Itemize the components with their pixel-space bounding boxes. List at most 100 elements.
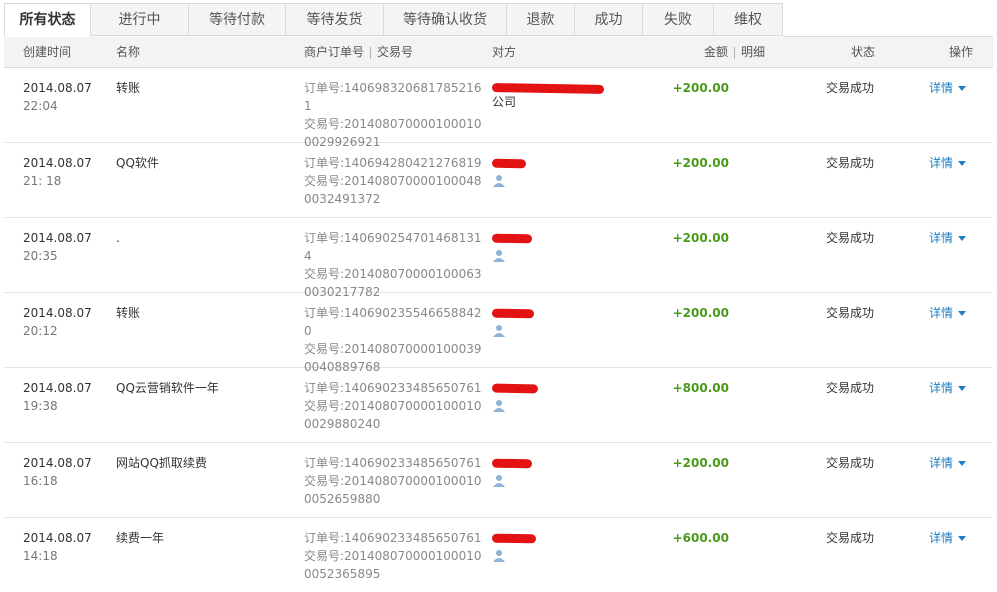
transaction-list: 2014.08.07 22:04 转账 订单号:14069832068178521… — [4, 68, 993, 592]
trade-number: 交易号:2014080700001000100052365895 — [304, 549, 482, 581]
status-text: 交易成功 — [826, 231, 875, 245]
detail-link[interactable]: 详情 — [929, 531, 953, 545]
trade-number: 交易号:2014080700001000100052659880 — [304, 474, 482, 506]
user-icon[interactable] — [492, 174, 506, 188]
time: 21: 18 — [23, 174, 62, 188]
order-number: 订单号:140690233485650761 — [304, 531, 482, 545]
detail-dropdown[interactable]: 详情 — [929, 79, 967, 97]
status-text: 交易成功 — [826, 381, 875, 395]
header-separator — [370, 46, 372, 59]
tab-failed[interactable]: 失败 — [643, 3, 714, 36]
tab-in-progress[interactable]: 进行中 — [91, 3, 189, 36]
tab-dispute[interactable]: 维权 — [714, 3, 783, 36]
detail-link[interactable]: 详情 — [929, 231, 953, 245]
tab-awaiting-receipt[interactable]: 等待确认收货 — [384, 3, 507, 36]
user-icon[interactable] — [492, 324, 506, 338]
created-time: 2014.08.07 22:04 — [23, 79, 92, 115]
table-row: 2014.08.07 20:35 . 订单号:140690254701468131… — [4, 218, 993, 299]
detail-dropdown[interactable]: 详情 — [929, 154, 967, 172]
created-time: 2014.08.07 20:12 — [23, 304, 92, 340]
col-amount: 金额 — [704, 45, 729, 59]
status-tabs: 所有状态 进行中 等待付款 等待发货 等待确认收货 退款 成功 失败 维权 — [4, 3, 993, 37]
col-order-trade: 商户订单号 交易号 — [304, 37, 413, 67]
counterparty: 公司 — [491, 79, 612, 111]
time: 22:04 — [23, 99, 58, 113]
time: 19:38 — [23, 399, 58, 413]
trade-number: 交易号:2014080700001000480032491372 — [304, 174, 482, 206]
order-number: 订单号:140698320681785216​1 — [304, 81, 482, 113]
table-row: 2014.08.07 20:12 转账 订单号:14069023554665884… — [4, 293, 993, 374]
counterparty — [491, 229, 612, 263]
detail-dropdown[interactable]: 详情 — [929, 229, 967, 247]
detail-link[interactable]: 详情 — [929, 81, 953, 95]
amount: +600.00 — [672, 531, 729, 545]
header-separator — [734, 46, 736, 59]
order-number: 订单号:1406902355466588420 — [304, 306, 482, 338]
transaction-name: 转账 — [116, 81, 141, 95]
caret-down-icon — [958, 311, 967, 316]
detail-link[interactable]: 详情 — [929, 381, 953, 395]
status-text: 交易成功 — [826, 531, 875, 545]
detail-link[interactable]: 详情 — [929, 456, 953, 470]
transaction-name: 续费一年 — [116, 531, 165, 545]
amount: +200.00 — [672, 306, 729, 320]
user-icon[interactable] — [492, 474, 506, 488]
col-party: 对方 — [492, 45, 517, 59]
redacted-name — [491, 233, 533, 244]
order-trade-ids: 订单号:140690233485650761 交易号:20140807000010… — [304, 379, 484, 433]
user-icon[interactable] — [492, 399, 506, 413]
tab-awaiting-shipment[interactable]: 等待发货 — [286, 3, 384, 36]
transaction-name: 转账 — [116, 306, 141, 320]
date: 2014.08.07 — [23, 156, 92, 170]
caret-down-icon — [958, 536, 967, 541]
caret-down-icon — [958, 461, 967, 466]
detail-link[interactable]: 详情 — [929, 156, 953, 170]
table-row: 2014.08.07 14:18 续费一年 订单号:140690233485650… — [4, 518, 993, 592]
status-text: 交易成功 — [826, 456, 875, 470]
caret-down-icon — [958, 236, 967, 241]
tab-refund[interactable]: 退款 — [507, 3, 575, 36]
detail-dropdown[interactable]: 详情 — [929, 304, 967, 322]
status-text: 交易成功 — [826, 156, 875, 170]
tab-awaiting-payment[interactable]: 等待付款 — [189, 3, 286, 36]
detail-dropdown[interactable]: 详情 — [929, 454, 967, 472]
redacted-name — [491, 158, 527, 169]
col-created-time: 创建时间 — [23, 45, 72, 59]
order-number: 订单号:1406902547014681314 — [304, 231, 482, 263]
col-action: 操作 — [949, 45, 974, 59]
amount: +800.00 — [672, 381, 729, 395]
order-trade-ids: 订单号:140690233485650761 交易号:20140807000010… — [304, 454, 484, 508]
transaction-name: QQ软件 — [116, 156, 159, 170]
counterparty — [491, 529, 612, 563]
transaction-name: QQ云营销软件一年 — [116, 381, 219, 395]
redacted-name — [491, 383, 539, 394]
col-merchant-order: 商户订单号 — [304, 45, 365, 59]
time: 20:12 — [23, 324, 58, 338]
tab-success[interactable]: 成功 — [575, 3, 643, 36]
counterparty — [491, 304, 612, 338]
redacted-name — [491, 308, 535, 319]
time: 20:35 — [23, 249, 58, 263]
counterparty — [491, 379, 612, 413]
detail-dropdown[interactable]: 详情 — [929, 529, 967, 547]
created-time: 2014.08.07 21: 18 — [23, 154, 92, 190]
redacted-name — [491, 83, 605, 94]
amount: +200.00 — [672, 156, 729, 170]
detail-dropdown[interactable]: 详情 — [929, 379, 967, 397]
user-icon[interactable] — [492, 249, 506, 263]
detail-link[interactable]: 详情 — [929, 306, 953, 320]
order-trade-ids: 订单号:1406902355466588420 交易号:2014080700001… — [304, 304, 484, 376]
table-row: 2014.08.07 21: 18 QQ软件 订单号:14069428042127… — [4, 143, 993, 218]
created-time: 2014.08.07 14:18 — [23, 529, 92, 565]
time: 16:18 — [23, 474, 58, 488]
order-number: 订单号:140690233485650761 — [304, 456, 482, 470]
tab-all-status[interactable]: 所有状态 — [4, 3, 91, 37]
col-status: 状态 — [851, 45, 876, 59]
user-icon[interactable] — [492, 549, 506, 563]
transaction-name: 网站QQ抓取续费 — [116, 456, 207, 470]
amount: +200.00 — [672, 81, 729, 95]
col-name: 名称 — [116, 45, 141, 59]
date: 2014.08.07 — [23, 306, 92, 320]
created-time: 2014.08.07 20:35 — [23, 229, 92, 265]
table-row: 2014.08.07 19:38 QQ云营销软件一年 订单号:1406902334… — [4, 368, 993, 443]
